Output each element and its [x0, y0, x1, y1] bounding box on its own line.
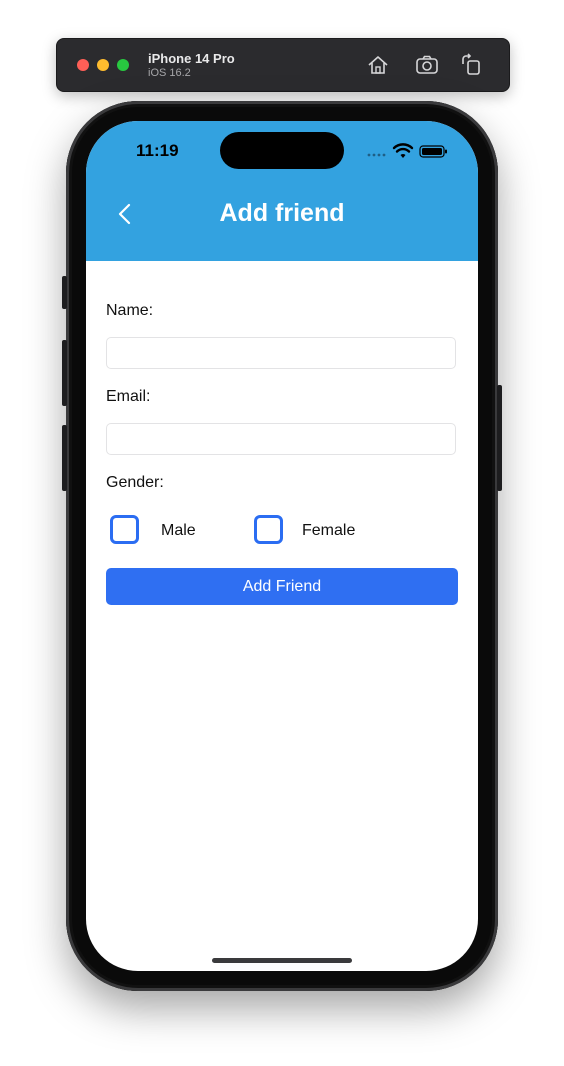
home-icon[interactable] [366, 53, 390, 77]
cellular-icon [367, 153, 386, 157]
silent-switch [62, 276, 67, 309]
status-time: 11:19 [136, 141, 179, 160]
name-input[interactable] [106, 337, 456, 369]
email-input[interactable] [106, 423, 456, 455]
close-window-button[interactable] [77, 59, 89, 71]
gender-label: Gender: [106, 474, 164, 491]
battery-icon [419, 145, 447, 158]
zoom-window-button[interactable] [117, 59, 129, 71]
page-title: Add friend [219, 199, 345, 227]
status-icons [367, 143, 447, 158]
female-checkbox[interactable] [254, 515, 283, 544]
stage: iPhone 14 Pro iOS 16.2 11:19 Add friend … [0, 0, 564, 1066]
volume-up-button [62, 340, 67, 406]
male-label[interactable]: Male [161, 522, 196, 540]
home-indicator[interactable] [212, 958, 352, 963]
simulator-title-bar: iPhone 14 Pro iOS 16.2 [56, 38, 510, 92]
screenshot-icon[interactable] [415, 53, 439, 77]
simulator-os-version: iOS 16.2 [148, 67, 191, 79]
email-label: Email: [106, 388, 151, 405]
dynamic-island [220, 132, 344, 169]
female-label[interactable]: Female [302, 522, 355, 540]
simulator-device-name: iPhone 14 Pro [148, 51, 235, 66]
phone-screen: 11:19 Add friend Name: Email: Gender: Ma… [86, 121, 478, 971]
add-friend-button[interactable]: Add Friend [106, 568, 458, 605]
male-checkbox[interactable] [110, 515, 139, 544]
wifi-icon [392, 143, 414, 158]
minimize-window-button[interactable] [97, 59, 109, 71]
power-button [497, 385, 502, 491]
name-label: Name: [106, 302, 154, 319]
rotate-icon[interactable] [459, 53, 483, 77]
volume-down-button [62, 425, 67, 491]
